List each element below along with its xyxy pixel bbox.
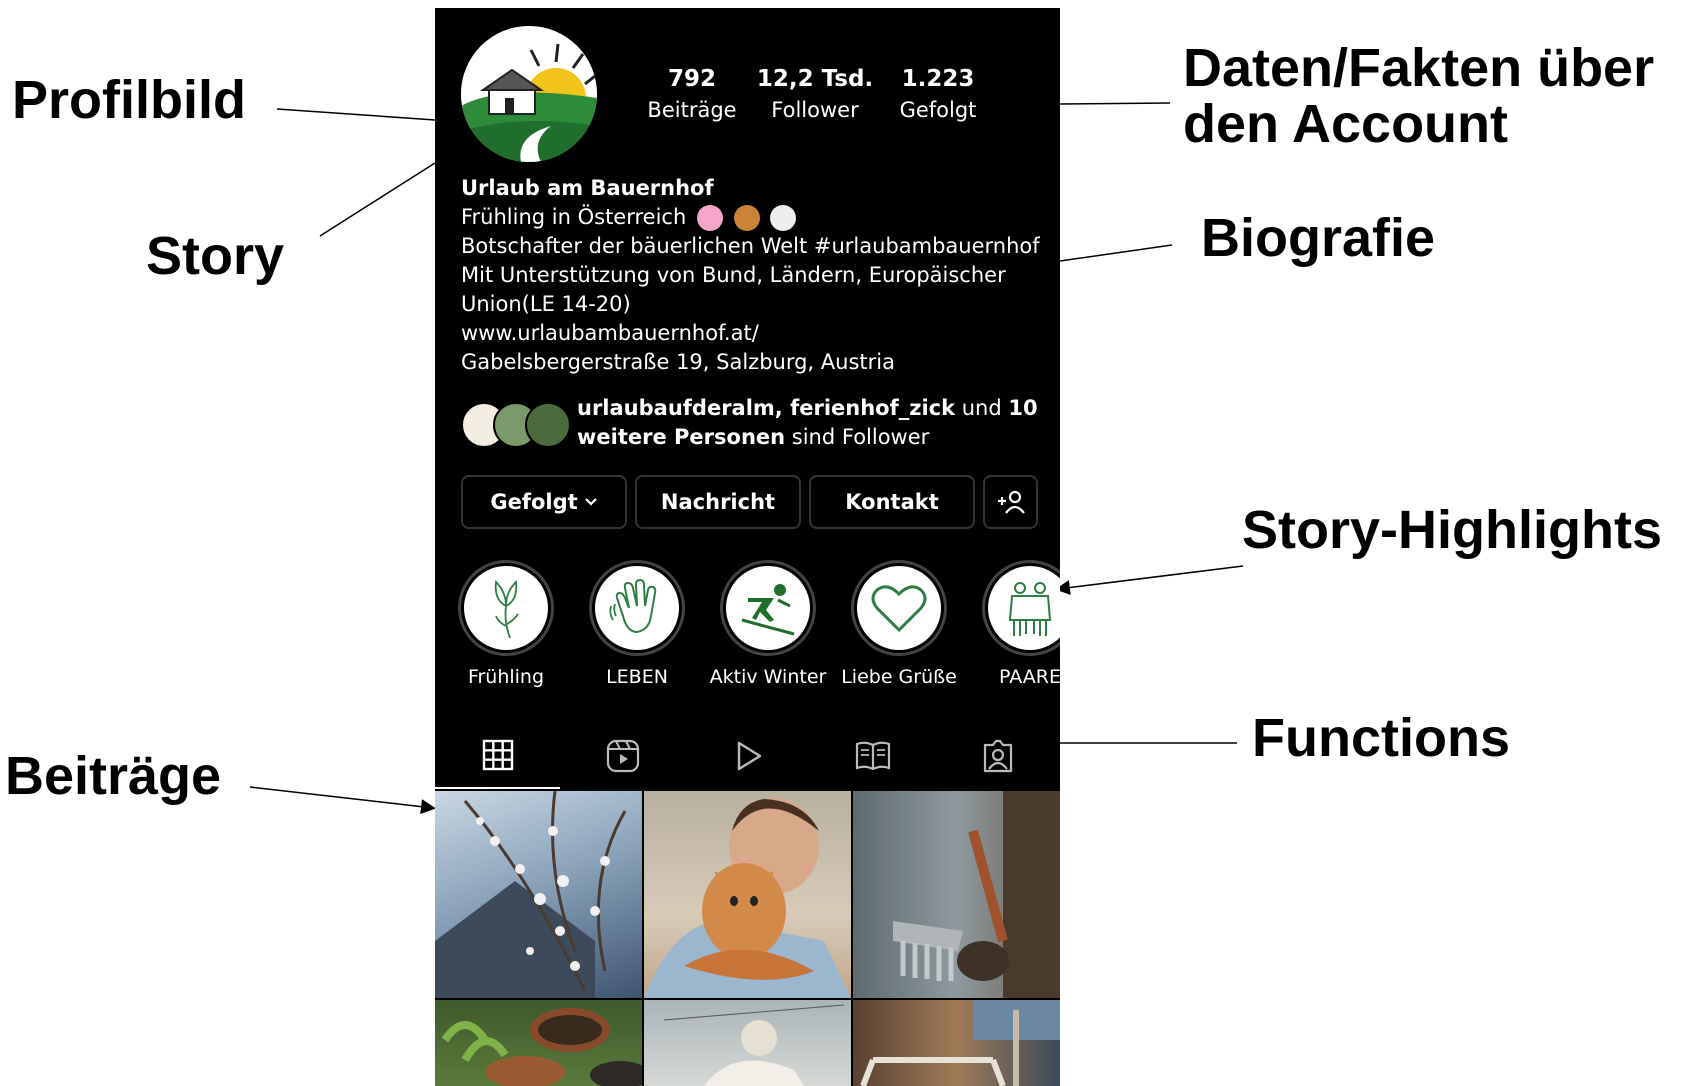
- stat-following-label: Gefolgt: [899, 98, 977, 122]
- stat-followers[interactable]: 12,2 Tsd. Follower: [750, 66, 880, 122]
- wooden-interior-image: [860, 1000, 1060, 1086]
- add-person-icon: [997, 490, 1025, 514]
- website-link[interactable]: www.urlaubambauernhof.at/: [461, 319, 1041, 348]
- followed-by-und: und: [955, 396, 1009, 420]
- label-daten-line1: Daten/Fakten über: [1183, 38, 1655, 98]
- post-garden-tools[interactable]: [853, 791, 1060, 998]
- stat-posts-label: Beiträge: [647, 98, 737, 122]
- tab-guides[interactable]: [810, 723, 935, 789]
- bio-line-1-text: Frühling in Österreich: [461, 205, 687, 229]
- tab-grid[interactable]: [435, 723, 560, 789]
- stat-posts-value: 792: [667, 66, 716, 92]
- farm-logo-icon: [461, 26, 597, 162]
- farmer-icon: [733, 205, 760, 231]
- tab-video[interactable]: [685, 723, 810, 789]
- add-person-button[interactable]: [983, 475, 1038, 529]
- followed-by-text: urlaubaufderalm, ferienhof_zick und 10 w…: [577, 394, 1047, 452]
- stat-followers-value: 12,2 Tsd.: [756, 66, 874, 92]
- video-icon: [737, 741, 761, 771]
- grid-icon: [482, 739, 513, 771]
- highlight-ring: [851, 560, 947, 656]
- highlight-paare[interactable]: PAARE: [970, 560, 1060, 688]
- girl-cat-image: [644, 798, 851, 998]
- highlight-label: Frühling: [467, 666, 545, 688]
- followed-by-names: urlaubaufderalm, ferienhof_zick: [577, 396, 956, 420]
- highlight-ring: [589, 560, 685, 656]
- label-biografie: Biografie: [1201, 208, 1436, 268]
- stat-following[interactable]: 1.223 Gefolgt: [873, 66, 1003, 122]
- highlight-leben[interactable]: LEBEN: [577, 560, 697, 688]
- reels-icon: [606, 739, 639, 773]
- message-button[interactable]: Nachricht: [635, 475, 801, 529]
- chevron-down-icon: [584, 497, 598, 507]
- followed-by-count: 10: [1008, 396, 1038, 420]
- label-profilbild: Profilbild: [12, 70, 246, 130]
- followed-by-rest: weitere Personen: [577, 425, 786, 449]
- bio-line-2: Botschafter der bäuerlichen Welt #urlaub…: [461, 234, 1040, 258]
- highlight-label: PAARE: [999, 666, 1060, 688]
- highlight-label: Liebe Grüße: [841, 666, 957, 688]
- label-functions: Functions: [1252, 708, 1510, 768]
- message-button-label: Nachricht: [660, 490, 776, 514]
- profile-name: Urlaub am Bauernhof: [461, 176, 714, 200]
- address: Gabelsbergerstraße 19, Salzburg, Austria: [461, 350, 895, 374]
- followed-by-suffix: sind Follower: [785, 425, 930, 449]
- profilbild-line: [276, 108, 436, 121]
- label-story: Story: [146, 226, 285, 286]
- post-wooden-interior[interactable]: [853, 1000, 1060, 1086]
- tab-tagged[interactable]: [935, 723, 1060, 789]
- beitraege-arrow: [249, 786, 436, 815]
- highlight-label: Aktiv Winter: [709, 666, 827, 688]
- story-highlights-arrow: [1055, 565, 1244, 595]
- highlight-ring: [982, 560, 1060, 656]
- bio-line-1: Frühling in Österreich: [461, 203, 1041, 232]
- tagged-icon: [983, 739, 1012, 773]
- highlight-label: LEBEN: [606, 666, 668, 688]
- instagram-profile-screen: 792 Beiträge 12,2 Tsd. Follower 1.223 Ge…: [435, 8, 1060, 1086]
- skier-icon: [741, 584, 795, 636]
- label-beitraege: Beiträge: [5, 746, 222, 806]
- highlight-ring: [458, 560, 554, 656]
- daten-line: [1059, 102, 1171, 105]
- story-line: [319, 162, 436, 237]
- profile-avatar[interactable]: [461, 26, 597, 162]
- profile-tabs: [435, 723, 1060, 789]
- potted-plants-image: [441, 1008, 642, 1086]
- post-blossom-branches[interactable]: [435, 791, 642, 998]
- following-button-label: Gefolgt: [490, 490, 578, 514]
- garden-tools-image: [893, 791, 1060, 998]
- post-girl-with-cat[interactable]: [644, 791, 851, 998]
- guides-icon: [855, 741, 890, 771]
- follower-avatar-3: [525, 402, 571, 448]
- bio-line-4: Union(LE 14-20): [461, 292, 631, 316]
- contact-button-label: Kontakt: [845, 490, 939, 514]
- highlight-aktiv-winter[interactable]: Aktiv Winter: [708, 560, 828, 688]
- contact-button[interactable]: Kontakt: [809, 475, 975, 529]
- waving-hand-icon: [609, 578, 657, 634]
- cow-icon: [770, 205, 797, 231]
- person-garden-image: [663, 1004, 845, 1086]
- highlight-fruehling[interactable]: Frühling: [446, 560, 566, 688]
- tab-reels[interactable]: [560, 723, 685, 789]
- label-daten-line2: den Account: [1183, 94, 1509, 154]
- highlight-ring: [720, 560, 816, 656]
- stat-followers-label: Follower: [771, 98, 859, 122]
- biography: Urlaub am Bauernhof Frühling in Österrei…: [461, 174, 1041, 377]
- cherry-blossom-icon: [696, 205, 723, 231]
- stat-following-value: 1.223: [901, 66, 975, 92]
- stat-posts[interactable]: 792 Beiträge: [627, 66, 757, 122]
- heart-icon: [871, 585, 927, 633]
- couple-icon: [1008, 582, 1052, 636]
- bio-line-3: Mit Unterstützung von Bund, Ländern, Eur…: [461, 263, 1006, 287]
- label-story-highlights: Story-Highlights: [1242, 500, 1662, 560]
- tulip-icon: [494, 580, 519, 639]
- blossom-image: [435, 791, 627, 998]
- biografie-line: [1059, 244, 1173, 262]
- following-button[interactable]: Gefolgt: [461, 475, 627, 529]
- highlight-liebe-gruesse[interactable]: Liebe Grüße: [839, 560, 959, 688]
- post-potted-plants[interactable]: [435, 1000, 642, 1086]
- post-person-garden[interactable]: [644, 1000, 851, 1086]
